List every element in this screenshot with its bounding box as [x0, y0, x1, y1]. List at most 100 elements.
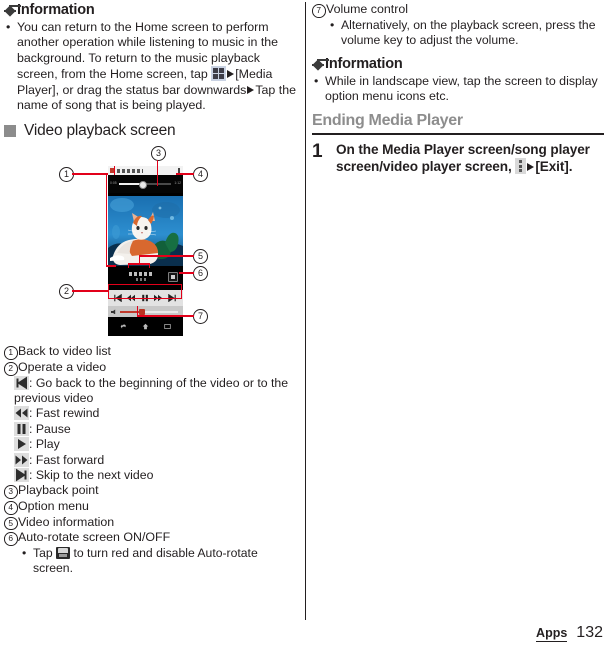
page-footer: Apps 132 [536, 624, 603, 642]
legend-item-1: 1 Back to video list [4, 344, 296, 360]
legend-text-2: Operate a video [18, 360, 107, 375]
callout-3-leader [157, 160, 159, 187]
app-drawer-icon [211, 66, 227, 82]
legend-text-6: Auto-rotate screen ON/OFF [18, 530, 171, 545]
step-text-line1: On the Media Player screen/song [336, 142, 547, 158]
callout-1-bracket [106, 173, 108, 267]
step-text: On the Media Player screen/song player s… [336, 141, 604, 175]
diamond-bullet-icon [4, 5, 16, 17]
legend-text-1: Back to video list [18, 344, 111, 359]
skip-next-icon [14, 468, 29, 483]
callout-2-box [108, 284, 182, 300]
auto-rotate-icon [56, 546, 71, 559]
autorotate-note: • Tap to turn red and disable Auto-rotat… [20, 546, 296, 576]
callout-4: 4 [193, 167, 208, 183]
legend-text-4: Option menu [18, 499, 89, 514]
arrow-right-icon-3 [527, 163, 535, 172]
operate-video-text-fast-forward: : Fast forward [29, 452, 105, 467]
fast-rewind-icon [14, 406, 29, 421]
bullet-dot-icon-4: • [314, 74, 319, 88]
pause-icon [14, 421, 29, 436]
video-playback-figure: 0:05 1:12 3 1 4 5 6 2 7 [4, 144, 296, 344]
callout-5-leader [139, 255, 194, 257]
operate-video-item-skip-next: : Skip to the next video [14, 468, 296, 483]
operate-video-item-fast-rewind: : Fast rewind [14, 406, 296, 421]
callout-6: 6 [193, 266, 208, 282]
navigation-bar [108, 317, 183, 337]
operate-video-text-fast-rewind: : Fast rewind [29, 406, 100, 421]
manual-page: Information • You can return to the Home… [0, 0, 609, 648]
play-icon [14, 437, 29, 452]
callout-7: 7 [193, 309, 208, 325]
right-column: 7 Volume control • Alternatively, on the… [312, 2, 604, 175]
operate-video-text-play: : Play [29, 437, 60, 452]
information-bullet-right: • While in landscape view, tap the scree… [312, 74, 604, 105]
legend-item-4: 4 Option menu [4, 499, 296, 515]
callout-6-leader [179, 272, 194, 274]
back-icon[interactable] [120, 323, 127, 330]
diamond-bullet-icon-2 [312, 59, 324, 71]
callout-2-leader [72, 290, 109, 292]
operate-video-item-play: : Play [14, 437, 296, 452]
bullet-dot-icon: • [6, 20, 11, 34]
operate-video-text-skip-next: : Skip to the next video [29, 468, 154, 483]
arrow-right-icon-2 [247, 85, 255, 94]
information-bullet-left: • You can return to the Home screen to p… [4, 20, 296, 113]
footer-section-label: Apps [536, 626, 568, 642]
status-bar [108, 166, 183, 176]
footer-page-number: 132 [576, 624, 603, 641]
legend-text-3: Playback point [18, 483, 99, 498]
volume-knob[interactable] [139, 309, 145, 316]
chapter-heading: Ending Media Player [312, 111, 463, 129]
legend-num-5: 5 [4, 515, 18, 531]
information-heading-right: Information [312, 56, 604, 73]
operate-video-text-pause: : Pause [29, 421, 71, 436]
skip-previous-icon [14, 375, 29, 390]
operate-video-item-pause: : Pause [14, 421, 296, 437]
callout-1-bracket-end [106, 265, 116, 267]
volume-note-text: Alternatively, on the playback screen, p… [341, 17, 596, 47]
callout-1: 1 [59, 167, 74, 183]
auto-rotate-toggle-icon[interactable] [168, 272, 178, 283]
legend-item-7: 7 Volume control [312, 2, 604, 18]
information-bullet-right-text: While in landscape view, tap the screen … [325, 74, 598, 104]
legend-num-1: 1 [4, 344, 18, 360]
section-heading-video-playback: Video playback screen [4, 122, 296, 140]
video-subtitle-text [136, 278, 146, 282]
home-icon[interactable] [142, 323, 149, 330]
callout-7-drop [137, 306, 139, 317]
legend-item-3: 3 Playback point [4, 483, 296, 499]
volume-note: • Alternatively, on the playback screen,… [328, 18, 604, 48]
phone-screenshot: 0:05 1:12 [108, 166, 183, 337]
video-title-text [129, 272, 153, 277]
bullet-dot-icon-2: • [22, 545, 27, 560]
legend-item-6: 6 Auto-rotate screen ON/OFF [4, 530, 296, 546]
status-text [117, 168, 143, 173]
operate-video-item-skip-previous: : Go back to the beginning of the video … [14, 375, 296, 407]
callout-5-bracket [128, 263, 150, 265]
section-square-icon [4, 125, 16, 138]
step-text-line3: [Exit]. [535, 159, 573, 175]
legend-num-4: 4 [4, 499, 18, 515]
callout-1-leader [72, 173, 108, 175]
information-heading-left: Information [4, 2, 296, 19]
recents-icon[interactable] [164, 323, 171, 330]
callout-4-leader [176, 173, 194, 175]
callout-5-tick-r [149, 263, 151, 269]
callout-5-tick-l [128, 263, 130, 269]
operate-video-item-fast-forward: : Fast forward [14, 452, 296, 468]
legend-text-7: Volume control [326, 2, 408, 16]
volume-icon [111, 309, 116, 315]
seek-bar-area: 0:05 1:12 [108, 175, 183, 194]
seek-knob [139, 180, 147, 189]
legend-item-2: 2 Operate a video [4, 360, 296, 376]
section-title: Video playback screen [24, 122, 176, 140]
operate-video-text-skip-previous: : Go back to the beginning of the video … [14, 375, 289, 406]
seek-time-elapsed: 0:05 [110, 181, 117, 186]
column-divider [305, 2, 306, 620]
chapter-rule [312, 132, 604, 136]
callout-1-tick [114, 166, 116, 176]
callout-3: 3 [151, 146, 166, 162]
legend-num-2: 2 [4, 360, 18, 376]
kebab-menu-icon [515, 158, 527, 175]
